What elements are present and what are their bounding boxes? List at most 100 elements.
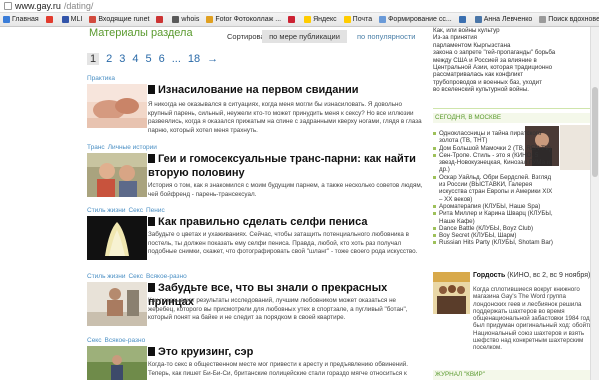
bookmark-favicon-icon — [89, 16, 97, 23]
bookmark-item[interactable] — [43, 13, 59, 26]
article-title[interactable]: Изнасилование на первом свидании — [148, 83, 418, 97]
headline-marker — [148, 283, 155, 292]
article-summary: История о том, как я знакомился с моим б… — [148, 182, 423, 198]
bookmark-item[interactable] — [153, 13, 169, 26]
article-title[interactable]: Как правильно сделать селфи пениса — [148, 215, 418, 229]
event-label: Dance Battle (КЛУБЫ, Boyz Club) — [439, 224, 534, 232]
page-link[interactable]: 4 — [132, 53, 138, 65]
event-item[interactable]: Сен-Тропе. Стиль - это я (КИНО, 5 звезд-… — [433, 152, 553, 174]
article-item[interactable]: Стиль жизни Секс Всякое-разно Забудьте все… — [87, 273, 427, 335]
article-tags: Стиль жизни Секс Всякое-разно — [87, 273, 427, 281]
sidebar-news-text[interactable]: Как, или войны культур Из-за принятия пар… — [433, 27, 599, 94]
headline-marker — [148, 347, 155, 356]
page-link[interactable]: 18 — [188, 53, 200, 65]
headline-marker — [148, 154, 155, 163]
event-item[interactable]: Ароматерапия (КЛУБЫ, Наше Spa) — [433, 203, 553, 210]
sidebar-news-line: во вселенский культурной войны. — [433, 86, 530, 94]
address-bar[interactable]: www.gay.ru/dating/ — [0, 0, 599, 13]
url-host: www.gay.ru — [15, 1, 61, 11]
bullet-icon — [433, 212, 436, 216]
bookmark-label: Анна Левченко — [483, 16, 533, 23]
page-icon — [4, 2, 12, 10]
bookmark-favicon-icon — [156, 16, 164, 23]
scrollbar-thumb[interactable] — [592, 87, 598, 177]
tag-link[interactable]: Транс — [87, 144, 105, 151]
sidebar-news-line: Из-за принятия — [433, 34, 477, 42]
bookmark-item[interactable]: MLI — [59, 13, 87, 26]
page-link[interactable]: 3 — [119, 53, 125, 65]
article-title[interactable]: Геи и гомосексуальные транс-парни: как н… — [148, 152, 418, 180]
tag-link[interactable]: Практика — [87, 75, 115, 82]
featured-event-poster[interactable] — [433, 272, 470, 314]
tag-link[interactable]: Личные истории — [108, 144, 157, 151]
tag-link[interactable]: Секс — [128, 207, 142, 214]
event-label: Рита Миллер и Карина Шварц (КЛУБЫ, Наше … — [439, 210, 553, 225]
event-item[interactable]: Рита Миллер и Карина Шварц (КЛУБЫ, Наше … — [433, 210, 553, 225]
event-item[interactable]: Russian Hits Party (КЛУБЫ, Shotam Bar) — [433, 239, 553, 246]
article-thumbnail[interactable] — [87, 153, 147, 197]
bookmark-favicon-icon — [458, 16, 466, 23]
bookmark-item[interactable]: Поиск вдохновение... — [536, 13, 599, 26]
page-current[interactable]: 1 — [87, 53, 100, 65]
featured-event-title[interactable]: Гордость (КИНО, вс 2, вс 9 ноября) — [473, 272, 599, 280]
divider — [433, 108, 599, 109]
bookmark-item[interactable]: Яндекс — [301, 13, 341, 26]
bookmark-item[interactable]: Fotor Фотоколлаж ... — [203, 13, 285, 26]
bookmark-favicon-icon — [45, 16, 53, 23]
tag-link[interactable]: Всякое-разно — [146, 273, 187, 280]
page-link[interactable]: → — [207, 53, 218, 65]
journal-header[interactable]: ЖУРНАЛ "КВИР" — [433, 370, 599, 380]
article-thumbnail[interactable] — [87, 282, 147, 326]
event-label: Оскар Уайльд. Обри Бердслей. Взгляд из Р… — [439, 173, 553, 203]
tag-link[interactable]: Пенис — [146, 207, 165, 214]
page-link[interactable]: ... — [172, 53, 181, 65]
bookmark-favicon-icon — [172, 16, 180, 23]
bookmark-item[interactable]: Главная — [0, 13, 43, 26]
right-sidebar: Как, или войны культур Из-за принятия пар… — [433, 27, 599, 380]
bullet-icon — [433, 226, 436, 230]
article-item[interactable]: Стиль жизни Секс Пенис Как правильно сдела… — [87, 207, 427, 269]
bookmark-item[interactable]: Входящие runet — [86, 13, 153, 26]
article-thumbnail[interactable] — [87, 216, 147, 260]
page-link[interactable]: 5 — [146, 53, 152, 65]
event-item[interactable]: Дом Большой Мамочки 2 (ТВ, REN TV) — [433, 145, 553, 152]
tag-link[interactable]: Секс — [87, 337, 101, 344]
bookmark-label: Яндекс — [313, 16, 337, 23]
event-label: Сен-Тропе. Стиль - это я (КИНО, 5 звезд-… — [439, 151, 551, 174]
bookmark-item[interactable] — [456, 13, 472, 26]
sort-by-popularity-link[interactable]: по популярности — [357, 32, 416, 41]
article-item[interactable]: Практика Изнасилование на первом свидани… — [87, 75, 427, 137]
article-tags: Стиль жизни Секс Пенис — [87, 207, 427, 215]
bullet-icon — [433, 153, 436, 157]
tag-link[interactable]: Стиль жизни — [87, 207, 125, 214]
bookmark-item[interactable]: whois — [169, 13, 203, 26]
tag-link[interactable]: Секс — [128, 273, 142, 280]
article-item[interactable]: Секс Всякое-разно Это круизинг, сэр Когда… — [87, 337, 427, 380]
article-summary: Когда-то секс в общественном месте мог п… — [148, 361, 408, 377]
bookmark-item[interactable]: Анна Левченко — [472, 13, 537, 26]
event-item[interactable]: Оскар Уайльд. Обри Бердслей. Взгляд из Р… — [433, 174, 553, 203]
page-link[interactable]: 6 — [159, 53, 165, 65]
tag-link[interactable]: Стиль жизни — [87, 273, 125, 280]
bookmark-item[interactable]: Почта — [341, 13, 376, 26]
article-thumbnail[interactable] — [87, 346, 147, 380]
main-content: Материалы раздела Сортировать: по мере п… — [87, 27, 427, 380]
bookmark-label: whois — [181, 16, 200, 23]
bookmark-label: Формирование сс... — [388, 16, 452, 23]
scrollbar[interactable] — [590, 27, 599, 380]
sort-by-date-button[interactable]: по мере публикации — [262, 30, 347, 43]
event-item[interactable]: Dance Battle (КЛУБЫ, Boyz Club) — [433, 225, 553, 232]
bookmark-item[interactable]: Формирование сс... — [376, 13, 456, 26]
headline-marker — [148, 85, 155, 94]
sidebar-news-title: Как, или войны культур — [433, 27, 500, 34]
bookmark-item[interactable] — [285, 13, 301, 26]
tag-link[interactable]: Всякое-разно — [104, 337, 145, 344]
event-item[interactable]: Одноклассницы и тайна пиратского золота … — [433, 130, 553, 145]
article-title[interactable]: Это круизинг, сэр — [148, 345, 418, 359]
sidebar-news-line: парламентом Кыргызстана — [433, 41, 511, 49]
event-item[interactable]: Boy Secret (КЛУБЫ, Шарм) — [433, 232, 553, 239]
article-item[interactable]: Транс Личные истории Геи и гомосексуальны… — [87, 144, 427, 206]
page-link[interactable]: 2 — [106, 53, 112, 65]
article-thumbnail[interactable] — [87, 84, 147, 128]
url-field[interactable]: www.gay.ru/dating/ — [4, 1, 93, 11]
